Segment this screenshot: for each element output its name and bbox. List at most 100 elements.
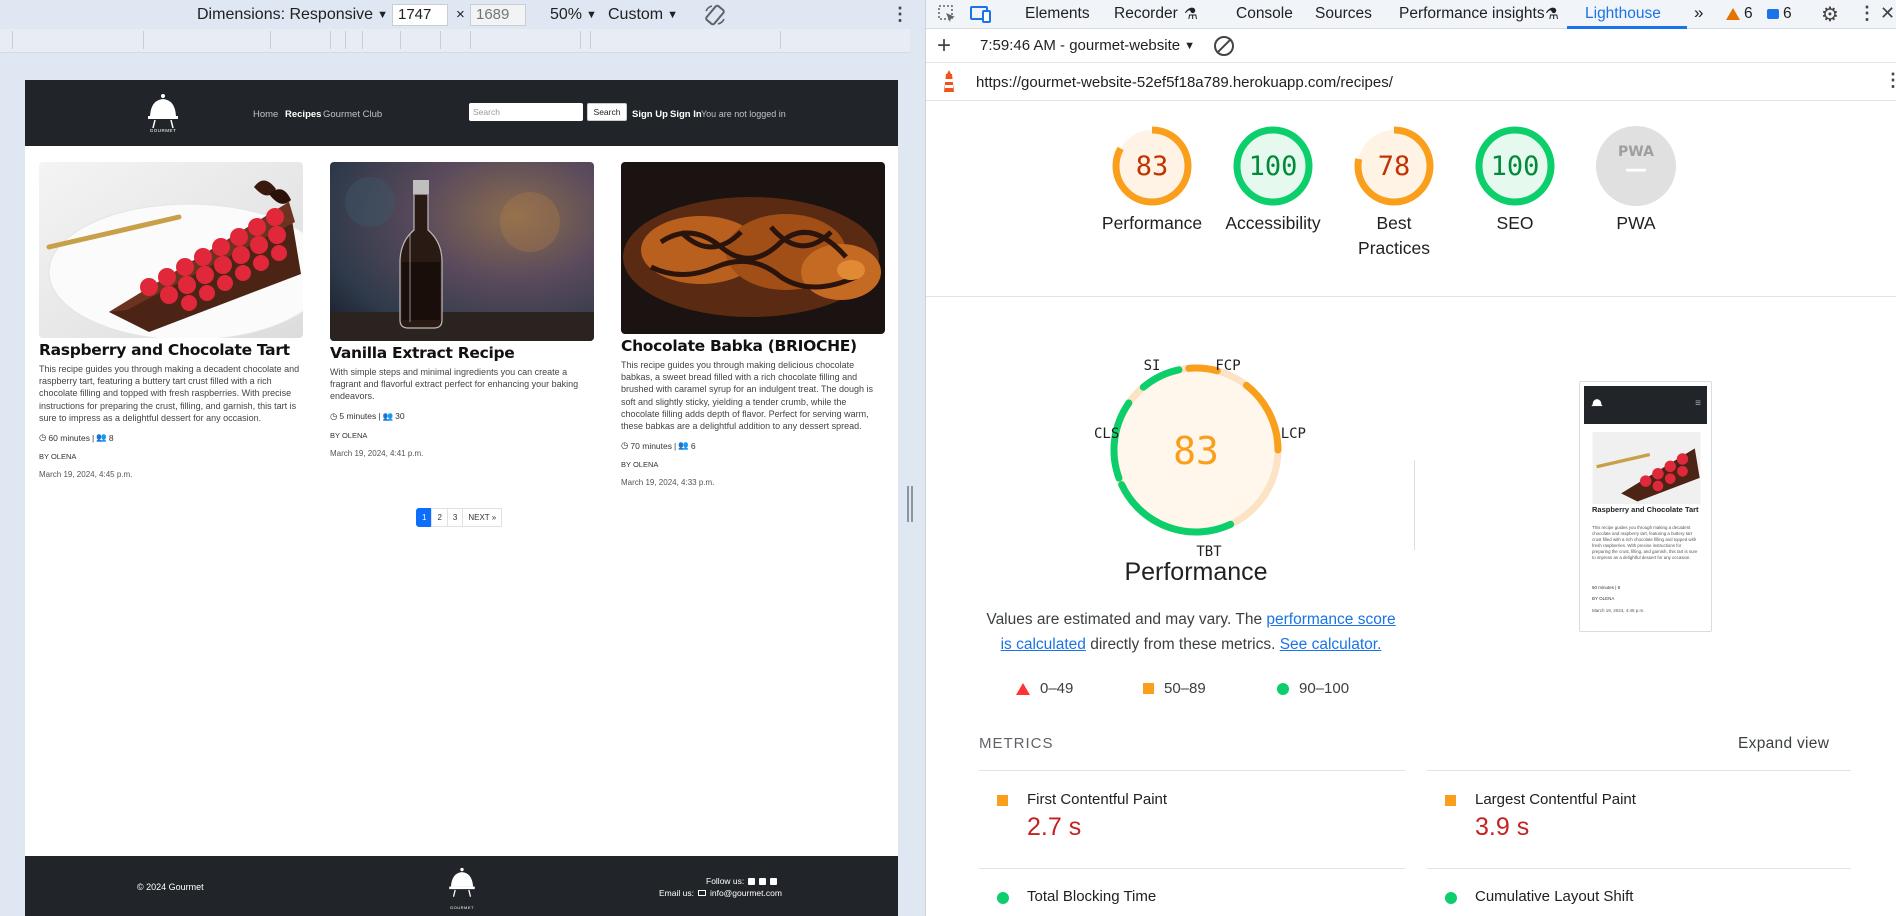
recipe-title[interactable]: Raspberry and Chocolate Tart — [39, 341, 303, 359]
expand-view-button[interactable]: Expand view — [1738, 735, 1829, 753]
follow-label: Follow us: — [706, 876, 745, 886]
tab-performance-insights[interactable]: Performance insights — [1399, 5, 1545, 23]
hamburger-icon: ≡ — [1695, 398, 1701, 409]
pagination: 1 2 3 NEXT » — [416, 508, 503, 527]
thumb-navbar: ≡ — [1584, 386, 1707, 424]
gauge-label-cls: CLS — [1094, 426, 1119, 442]
page-3-link[interactable]: 3 — [446, 508, 464, 527]
warnings-counter[interactable]: 6 — [1726, 5, 1753, 23]
thumb-text: This recipe guides you through making a … — [1592, 525, 1698, 560]
site-search-input[interactable]: Search — [469, 103, 583, 121]
messages-counter[interactable]: 6 — [1767, 5, 1792, 23]
site-logo[interactable]: GOURMET — [143, 90, 183, 136]
settings-gear-icon[interactable]: ⚙ — [1821, 2, 1839, 27]
new-report-plus-icon[interactable]: + — [937, 32, 951, 60]
instagram-icon[interactable] — [759, 877, 767, 885]
media-query-ruler[interactable] — [0, 29, 910, 53]
recipe-servings: 30 — [395, 411, 405, 422]
width-input[interactable] — [392, 3, 448, 26]
inspect-element-icon[interactable] — [936, 3, 958, 25]
device-emulation-pane: Dimensions: Responsive ▼ × 50% ▼ Custom … — [0, 0, 925, 916]
youtube-icon[interactable] — [770, 877, 778, 885]
close-icon[interactable]: ✕ — [1880, 3, 1895, 24]
gauge-segment-fcp — [1185, 364, 1221, 375]
warnings-count: 6 — [1744, 5, 1753, 22]
recipe-image-tart[interactable] — [39, 162, 303, 338]
page-screenshot-thumbnail[interactable]: ≡ Raspberry and Chocolate Tart This reci… — [1579, 381, 1712, 632]
recipe-title[interactable]: Vanilla Extract Recipe — [330, 344, 594, 362]
recipe-title[interactable]: Chocolate Babka (BRIOCHE) — [621, 337, 885, 355]
email-link[interactable]: info@gourmet.com — [710, 888, 782, 898]
sign-in-link[interactable]: Sign In — [670, 109, 702, 120]
recipe-description: This recipe guides you through making de… — [621, 360, 873, 432]
flask-icon: ⚗ — [1545, 6, 1559, 23]
recipe-card[interactable]: Vanilla Extract Recipe With simple steps… — [330, 162, 594, 458]
gauge-label: Best Practices — [1358, 213, 1430, 258]
warning-icon — [1726, 8, 1740, 20]
recipe-description: This recipe guides you through making a … — [39, 364, 300, 423]
recipe-card[interactable]: Chocolate Babka (BRIOCHE) This recipe gu… — [621, 162, 885, 487]
rotate-icon[interactable] — [703, 0, 727, 29]
nav-recipes-link[interactable]: Recipes — [285, 109, 321, 120]
report-url[interactable]: https://gourmet-website-52ef5f18a789.her… — [976, 74, 1393, 91]
score-gauge-pwa[interactable]: PWA — PWA — [1571, 126, 1701, 236]
score-gauge-seo[interactable]: 100 SEO — [1450, 126, 1580, 236]
login-status: You are not logged in — [701, 109, 786, 119]
more-options-icon[interactable]: ⋮ — [1858, 3, 1876, 24]
see-calculator-link[interactable]: See calculator. — [1280, 636, 1382, 653]
report-url-bar: https://gourmet-website-52ef5f18a789.her… — [926, 63, 1896, 101]
legend-average: 50–89 — [1143, 680, 1206, 697]
throttle-label: Custom — [608, 5, 664, 23]
recipe-servings: 8 — [108, 432, 114, 443]
lighthouse-icon — [940, 70, 958, 94]
device-toolbar-icon[interactable] — [969, 3, 993, 25]
recipe-card[interactable]: Raspberry and Chocolate Tart This recipe… — [39, 162, 303, 479]
score-gauge-accessibility[interactable]: 100 Accessibility — [1208, 126, 1338, 236]
performance-title: Performance — [1124, 558, 1268, 586]
logo-text: GOURMET — [149, 128, 177, 133]
metric-name: Largest Contentful Paint — [1475, 791, 1636, 808]
tab-console[interactable]: Console — [1236, 5, 1293, 23]
score-gauge-best-practices[interactable]: 78 Best Practices — [1329, 126, 1459, 261]
resize-handle[interactable] — [907, 486, 913, 522]
next-page-link[interactable]: NEXT » — [462, 508, 503, 527]
recipe-servings: 6 — [690, 440, 696, 451]
tab-elements[interactable]: Elements — [1025, 5, 1090, 23]
recipe-image-vanilla[interactable] — [330, 162, 594, 341]
facebook-icon[interactable] — [748, 877, 756, 885]
zoom-dropdown[interactable]: 50% ▼ — [550, 0, 597, 29]
height-input[interactable] — [470, 3, 526, 26]
gauge-score: 78 — [1378, 151, 1411, 182]
tab-recorder[interactable]: Recorder — [1114, 5, 1178, 23]
sign-up-link[interactable]: Sign Up — [632, 109, 668, 120]
pwa-dash: — — [1625, 157, 1647, 182]
more-options-icon[interactable]: ⋮ — [891, 0, 909, 29]
site-search-button[interactable]: Search — [587, 103, 627, 121]
gauge-label-fcp: FCP — [1215, 358, 1240, 374]
footer-logo[interactable]: GOURMET — [445, 864, 479, 912]
page-2-link[interactable]: 2 — [431, 508, 448, 527]
clock-icon: ◷ — [330, 410, 338, 421]
users-icon: 👥 — [382, 410, 394, 421]
nav-home-link[interactable]: Home — [253, 109, 278, 120]
throttle-dropdown[interactable]: Custom ▼ — [608, 0, 678, 29]
more-tabs-icon[interactable]: » — [1694, 3, 1703, 23]
gauge-label-lcp: LCP — [1281, 426, 1306, 442]
score-gauge-performance[interactable]: 83 Performance — [1087, 126, 1217, 236]
users-icon: 👥 — [96, 432, 107, 443]
footer-logo-text: GOURMET — [450, 905, 474, 910]
footer-follow: Follow us: — [706, 876, 778, 886]
report-selector[interactable]: 7:59:46 AM - gourmet-website ▼ — [980, 37, 1195, 54]
report-menu-icon[interactable]: ⋮ — [1884, 70, 1896, 91]
dimensions-dropdown[interactable]: Dimensions: Responsive ▼ — [197, 0, 388, 29]
clear-icon[interactable] — [1214, 36, 1234, 56]
thumb-meta: 60 minutes | 8 — [1592, 585, 1621, 590]
devtools-tabbar: Elements Recorder ⚗ Console Sources Perf… — [926, 0, 1896, 29]
pass-circle-icon — [1277, 682, 1289, 695]
device-toolbar: Dimensions: Responsive ▼ × 50% ▼ Custom … — [0, 0, 925, 29]
tab-lighthouse[interactable]: Lighthouse — [1585, 5, 1661, 23]
tab-sources[interactable]: Sources — [1315, 5, 1372, 23]
nav-gourmet-club-link[interactable]: Gourmet Club — [323, 109, 382, 120]
recipe-image-babka[interactable] — [621, 162, 885, 334]
page-1-link[interactable]: 1 — [416, 508, 433, 527]
